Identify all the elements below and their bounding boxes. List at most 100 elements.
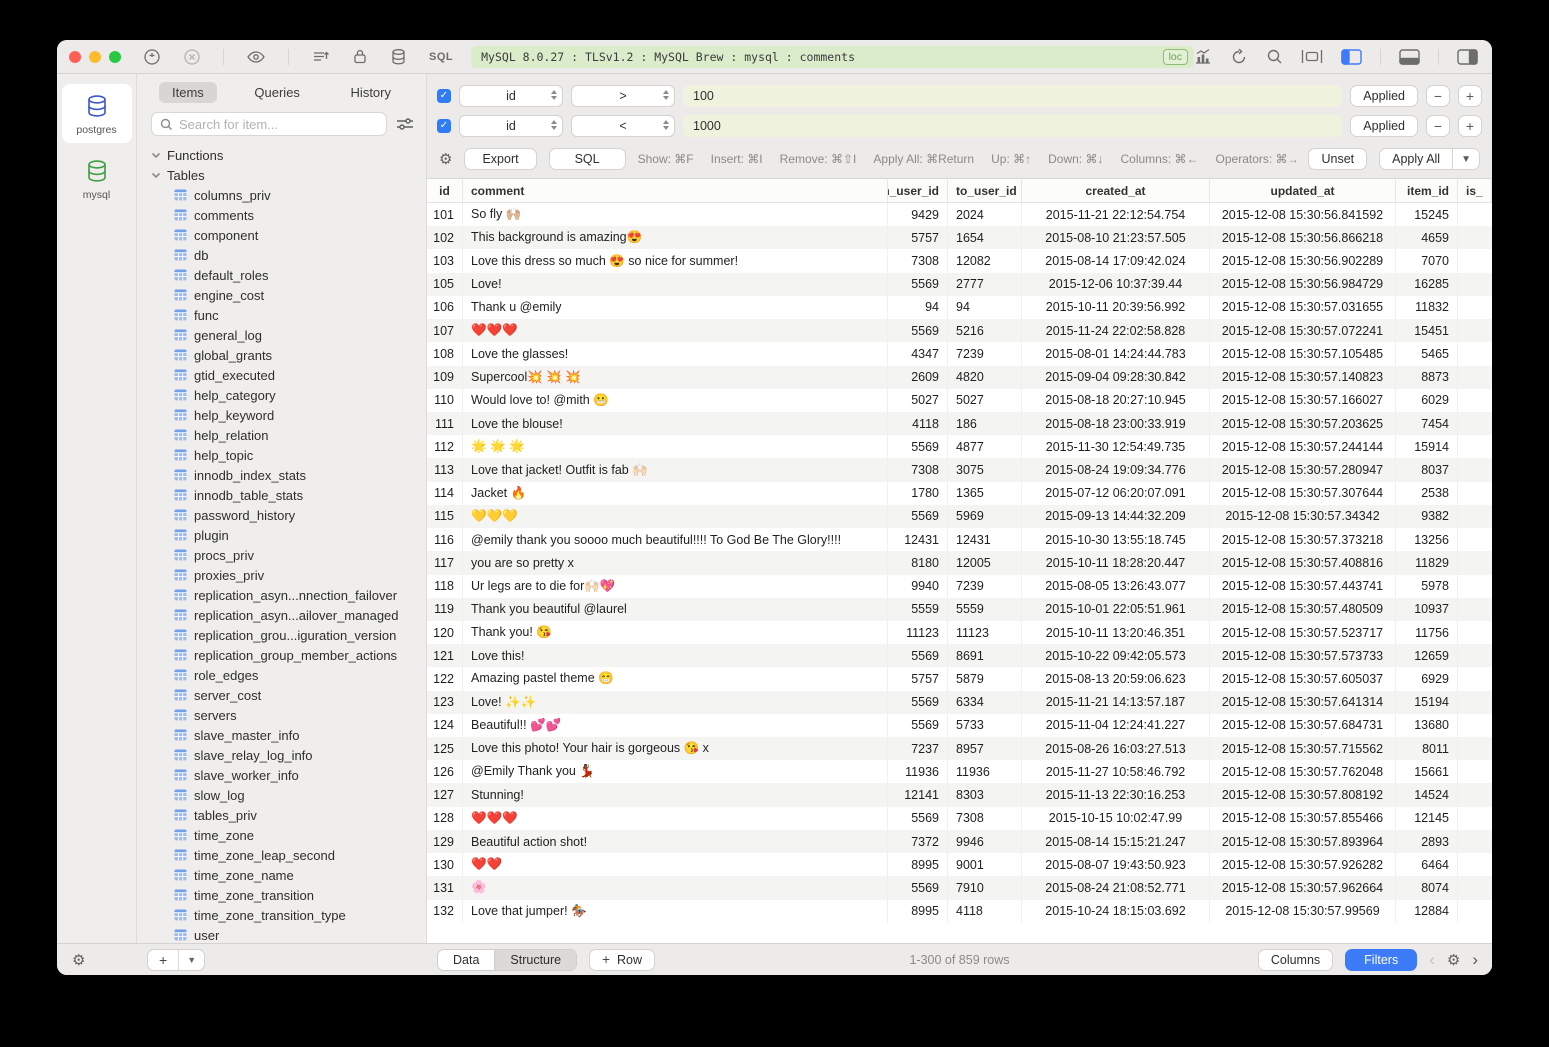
toggle-right-panel-icon[interactable] xyxy=(1457,49,1478,65)
table-row[interactable]: 106Thank u @emily94942015-10-11 20:39:56… xyxy=(427,296,1492,319)
unset-button[interactable]: Unset xyxy=(1308,148,1367,170)
toggle-bottom-panel-icon[interactable] xyxy=(1399,49,1420,65)
filter-value-input[interactable]: 100 xyxy=(683,85,1342,107)
cell-item_id[interactable]: 11829 xyxy=(1396,551,1458,574)
sidebar-table-item[interactable]: password_history xyxy=(151,505,426,525)
table-settings-gear-icon[interactable]: ⚙ xyxy=(1447,951,1460,969)
cell-to_user_id[interactable]: 11936 xyxy=(948,760,1022,783)
cell-id[interactable]: 129 xyxy=(427,830,463,853)
filter-operator-select[interactable]: < xyxy=(571,115,675,137)
table-row[interactable]: 113Love that jacket! Outfit is fab 🙌🏻730… xyxy=(427,458,1492,481)
cell-to_user_id[interactable]: 5733 xyxy=(948,714,1022,737)
cell-id[interactable]: 105 xyxy=(427,273,463,296)
cell-from_user_id[interactable]: 7372 xyxy=(888,830,948,853)
cell-to_user_id[interactable]: 5969 xyxy=(948,505,1022,528)
cell-is_[interactable] xyxy=(1458,273,1492,296)
sidebar-table-item[interactable]: general_log xyxy=(151,325,426,345)
tab-data[interactable]: Data xyxy=(438,950,495,970)
cell-updated_at[interactable]: 2015-12-08 15:30:57.307644 xyxy=(1210,482,1396,505)
tab-structure[interactable]: Structure xyxy=(495,950,576,970)
cell-updated_at[interactable]: 2015-12-08 15:30:56.841592 xyxy=(1210,203,1396,226)
cell-updated_at[interactable]: 2015-12-08 15:30:57.031655 xyxy=(1210,296,1396,319)
column-header-created_at[interactable]: created_at xyxy=(1022,179,1210,202)
cell-is_[interactable] xyxy=(1458,551,1492,574)
table-row[interactable]: 105Love!556927772015-12-06 10:37:39.4420… xyxy=(427,273,1492,296)
cell-created_at[interactable]: 2015-08-01 14:24:44.783 xyxy=(1022,342,1210,365)
cell-item_id[interactable]: 15194 xyxy=(1396,691,1458,714)
sidebar-table-item[interactable]: func xyxy=(151,305,426,325)
sidebar-table-item[interactable]: server_cost xyxy=(151,685,426,705)
sidebar-table-item[interactable]: engine_cost xyxy=(151,285,426,305)
cell-item_id[interactable]: 6029 xyxy=(1396,389,1458,412)
cell-id[interactable]: 124 xyxy=(427,714,463,737)
cell-to_user_id[interactable]: 7239 xyxy=(948,575,1022,598)
cell-updated_at[interactable]: 2015-12-08 15:30:57.072241 xyxy=(1210,319,1396,342)
cell-to_user_id[interactable]: 5879 xyxy=(948,667,1022,690)
cell-to_user_id[interactable]: 12431 xyxy=(948,528,1022,551)
cell-id[interactable]: 126 xyxy=(427,760,463,783)
cell-is_[interactable] xyxy=(1458,737,1492,760)
cell-updated_at[interactable]: 2015-12-08 15:30:57.762048 xyxy=(1210,760,1396,783)
cell-to_user_id[interactable]: 3075 xyxy=(948,458,1022,481)
sidebar-table-item[interactable]: default_roles xyxy=(151,265,426,285)
cell-from_user_id[interactable]: 5757 xyxy=(888,226,948,249)
sidebar-table-item[interactable]: replication_grou...iguration_version xyxy=(151,625,426,645)
connection-icon[interactable] xyxy=(143,48,161,66)
sidebar-table-item[interactable]: replication_group_member_actions xyxy=(151,645,426,665)
sidebar-table-item[interactable]: slow_log xyxy=(151,785,426,805)
cell-id[interactable]: 121 xyxy=(427,644,463,667)
cell-updated_at[interactable]: 2015-12-08 15:30:56.902289 xyxy=(1210,249,1396,272)
cell-created_at[interactable]: 2015-10-01 22:05:51.961 xyxy=(1022,598,1210,621)
cell-is_[interactable] xyxy=(1458,296,1492,319)
columns-button[interactable]: Columns xyxy=(1258,949,1333,971)
cell-is_[interactable] xyxy=(1458,458,1492,481)
sidebar-table-item[interactable]: time_zone_name xyxy=(151,865,426,885)
filter-value-input[interactable]: 1000 xyxy=(683,115,1342,137)
cell-is_[interactable] xyxy=(1458,319,1492,342)
cell-created_at[interactable]: 2015-08-24 19:09:34.776 xyxy=(1022,458,1210,481)
cell-created_at[interactable]: 2015-08-18 23:00:33.919 xyxy=(1022,412,1210,435)
cell-id[interactable]: 131 xyxy=(427,876,463,899)
cell-comment[interactable]: Love! ✨✨ xyxy=(463,691,888,714)
cell-updated_at[interactable]: 2015-12-08 15:30:57.962664 xyxy=(1210,876,1396,899)
cell-updated_at[interactable]: 2015-12-08 15:30:57.480509 xyxy=(1210,598,1396,621)
cell-created_at[interactable]: 2015-11-21 22:12:54.754 xyxy=(1022,203,1210,226)
cell-is_[interactable] xyxy=(1458,342,1492,365)
cell-updated_at[interactable]: 2015-12-08 15:30:57.855466 xyxy=(1210,807,1396,830)
cell-item_id[interactable]: 12145 xyxy=(1396,807,1458,830)
table-row[interactable]: 114Jacket 🔥178013652015-07-12 06:20:07.0… xyxy=(427,482,1492,505)
cell-created_at[interactable]: 2015-10-15 10:02:47.99 xyxy=(1022,807,1210,830)
cell-id[interactable]: 118 xyxy=(427,575,463,598)
cell-from_user_id[interactable]: 7308 xyxy=(888,249,948,272)
cell-item_id[interactable]: 8011 xyxy=(1396,737,1458,760)
cell-id[interactable]: 123 xyxy=(427,691,463,714)
cell-to_user_id[interactable]: 5216 xyxy=(948,319,1022,342)
cell-id[interactable]: 116 xyxy=(427,528,463,551)
cell-id[interactable]: 106 xyxy=(427,296,463,319)
filter-column-select[interactable]: id xyxy=(459,85,563,107)
cell-is_[interactable] xyxy=(1458,760,1492,783)
cell-id[interactable]: 125 xyxy=(427,737,463,760)
table-row[interactable]: 112🌟 🌟 🌟556948772015-11-30 12:54:49.7352… xyxy=(427,435,1492,458)
chevron-down-icon[interactable]: ▼ xyxy=(179,955,204,965)
cell-created_at[interactable]: 2015-09-13 14:44:32.209 xyxy=(1022,505,1210,528)
cell-created_at[interactable]: 2015-07-12 06:20:07.091 xyxy=(1022,482,1210,505)
cell-from_user_id[interactable]: 8995 xyxy=(888,853,948,876)
cell-item_id[interactable]: 8037 xyxy=(1396,458,1458,481)
column-header-from_user_id[interactable]: from_user_id xyxy=(888,179,948,202)
lock-icon[interactable] xyxy=(352,48,368,65)
filter-column-select[interactable]: id xyxy=(459,115,563,137)
cell-item_id[interactable]: 13680 xyxy=(1396,714,1458,737)
cell-created_at[interactable]: 2015-10-24 18:15:03.692 xyxy=(1022,900,1210,923)
cell-updated_at[interactable]: 2015-12-08 15:30:57.373218 xyxy=(1210,528,1396,551)
add-filter-button[interactable]: + xyxy=(1458,85,1482,107)
sidebar-table-item[interactable]: help_category xyxy=(151,385,426,405)
sidebar-table-item[interactable]: gtid_executed xyxy=(151,365,426,385)
cell-item_id[interactable]: 7070 xyxy=(1396,249,1458,272)
add-filter-button[interactable]: + xyxy=(1458,115,1482,137)
cell-item_id[interactable]: 8074 xyxy=(1396,876,1458,899)
cell-item_id[interactable]: 5465 xyxy=(1396,342,1458,365)
cell-updated_at[interactable]: 2015-12-08 15:30:57.280947 xyxy=(1210,458,1396,481)
cell-created_at[interactable]: 2015-11-04 12:24:41.227 xyxy=(1022,714,1210,737)
cell-comment[interactable]: Love that jumper! 🏇 xyxy=(463,900,888,923)
